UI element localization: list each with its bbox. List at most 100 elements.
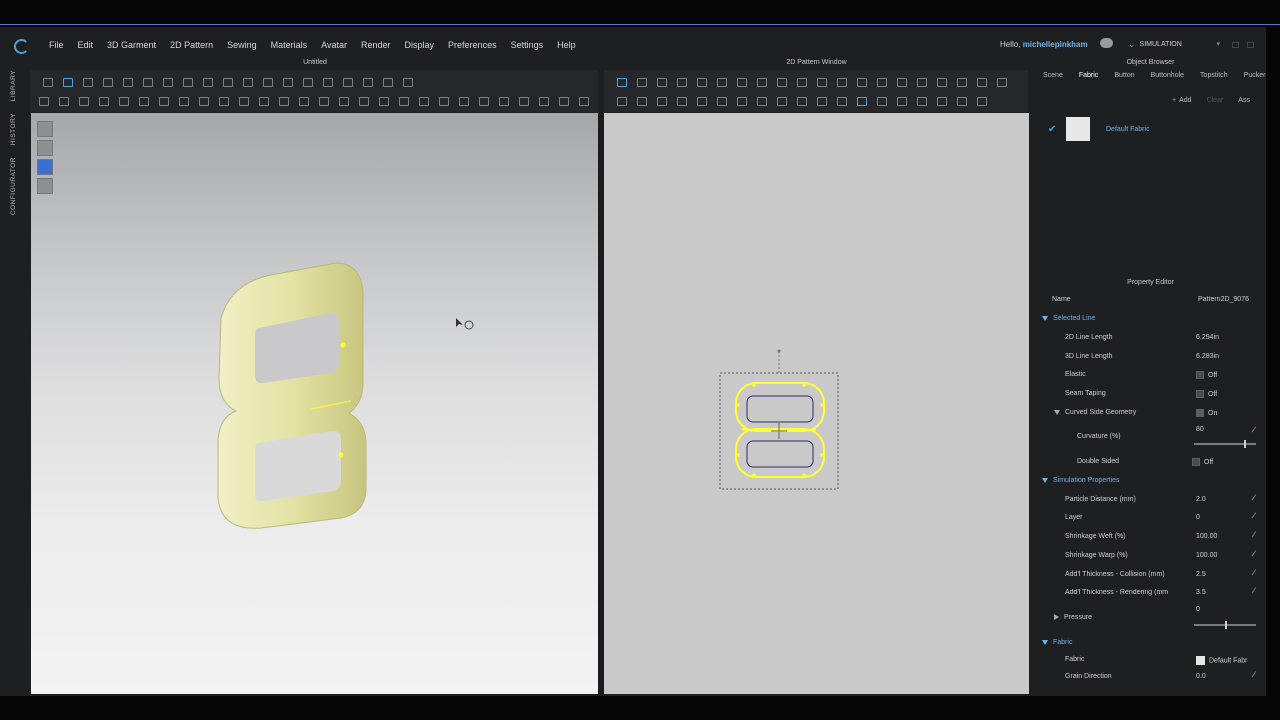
tool-icon[interactable] [323,77,333,87]
clo-logo-icon[interactable] [14,39,29,54]
edit-icon[interactable] [1251,569,1260,578]
tool-icon[interactable] [163,77,173,87]
viewport-3d[interactable] [31,113,598,694]
tab-fabric[interactable]: Fabric [1071,72,1106,85]
tool-icon[interactable] [139,96,149,106]
prop-value[interactable]: 100.00 [1196,533,1217,540]
tool-icon[interactable] [459,96,469,106]
tool-icon[interactable] [223,77,233,87]
section-selected-line[interactable]: Selected Line [1036,311,1266,329]
prop-name-value[interactable]: Pattern2D_9076 [1198,296,1249,303]
prop-value[interactable]: 80 [1196,426,1204,433]
tool-icon[interactable] [657,77,667,87]
tool-icon[interactable] [219,96,229,106]
slider-handle[interactable] [1244,440,1246,448]
tool-icon[interactable] [239,96,249,106]
tool-icon[interactable] [399,96,409,106]
tool-icon[interactable] [717,96,727,106]
tool-icon[interactable] [299,96,309,106]
slider-handle[interactable] [1225,621,1227,629]
tool-icon[interactable] [917,77,927,87]
tool-icon[interactable] [419,96,429,106]
tool-icon[interactable] [59,96,69,106]
menu-preferences[interactable]: Preferences [441,40,504,50]
tool-icon[interactable] [539,96,549,106]
tool-icon[interactable] [263,77,273,87]
tab-button[interactable]: Button [1106,72,1142,85]
minimize-icon[interactable] [1232,42,1239,48]
menu-display[interactable]: Display [398,40,442,50]
prop-value[interactable]: 0 [1196,606,1200,613]
edit-icon[interactable] [1251,587,1260,596]
cloud-icon[interactable] [1100,38,1113,48]
edit-icon[interactable] [1251,550,1260,559]
tool-icon[interactable] [657,96,667,106]
tool-icon[interactable] [343,77,353,87]
tool-icon[interactable] [777,77,787,87]
tool-icon[interactable] [339,96,349,106]
tool-icon[interactable] [857,77,867,87]
expand-icon[interactable] [1054,409,1060,415]
tool-icon[interactable] [383,77,393,87]
tool-icon[interactable] [143,77,153,87]
tool-icon[interactable] [637,96,647,106]
tool-icon[interactable] [857,96,867,106]
tool-icon[interactable] [123,77,133,87]
tool-icon[interactable] [617,96,627,106]
tool-icon[interactable] [737,96,747,106]
menu-file[interactable]: File [42,40,71,50]
tool-icon[interactable] [677,96,687,106]
elastic-checkbox[interactable] [1196,371,1204,379]
tab-configurator[interactable]: CONFIGURATOR [10,157,17,215]
tab-library[interactable]: LIBRARY [10,70,17,101]
tool-icon[interactable] [83,77,93,87]
measure-icon[interactable] [37,178,53,194]
tool-icon[interactable] [677,77,687,87]
tool-icon[interactable] [697,77,707,87]
tool-icon[interactable] [917,96,927,106]
prop-value[interactable]: 6.294in [1196,334,1219,341]
viewport-2d[interactable] [604,113,1029,694]
tool-icon[interactable] [519,96,529,106]
tool-icon[interactable] [363,77,373,87]
tool-icon[interactable] [303,77,313,87]
tab-history[interactable]: HISTORY [10,113,17,145]
menu-3d-garment[interactable]: 3D Garment [100,40,163,50]
menu-render[interactable]: Render [354,40,398,50]
tool-icon[interactable] [243,77,253,87]
edit-icon[interactable] [1251,531,1260,540]
tool-icon[interactable] [103,77,113,87]
edit-icon[interactable] [1251,494,1260,503]
edit-icon[interactable] [1251,671,1260,680]
prop-value[interactable]: 2.0 [1196,496,1206,503]
tool-icon[interactable] [877,77,887,87]
tool-icon[interactable] [977,96,987,106]
maximize-icon[interactable] [1247,42,1254,48]
tool-icon[interactable] [43,77,53,87]
tool-icon[interactable] [579,96,589,106]
menu-materials[interactable]: Materials [264,40,315,50]
tool-icon[interactable] [737,77,747,87]
tool-icon[interactable] [159,96,169,106]
tool-icon[interactable] [499,96,509,106]
tab-buttonhole[interactable]: Buttonhole [1143,72,1192,85]
menu-2d-pattern[interactable]: 2D Pattern [163,40,220,50]
tool-icon[interactable] [837,96,847,106]
tool-icon[interactable] [279,96,289,106]
tool-icon[interactable] [637,77,647,87]
tool-icon[interactable] [997,77,1007,87]
tool-icon[interactable] [183,77,193,87]
tool-icon[interactable] [199,96,209,106]
tool-icon[interactable] [797,96,807,106]
fabric-select[interactable]: Default Fabr [1209,657,1248,664]
tool-icon[interactable] [837,77,847,87]
user-name[interactable]: michellepinkham [1023,40,1088,49]
tool-icon[interactable] [63,77,73,87]
tool-icon[interactable] [617,77,627,87]
tool-icon[interactable] [877,96,887,106]
tool-icon[interactable] [259,96,269,106]
tool-icon[interactable] [359,96,369,106]
tool-icon[interactable] [757,77,767,87]
tool-icon[interactable] [439,96,449,106]
prop-value[interactable]: 100.00 [1196,552,1217,559]
